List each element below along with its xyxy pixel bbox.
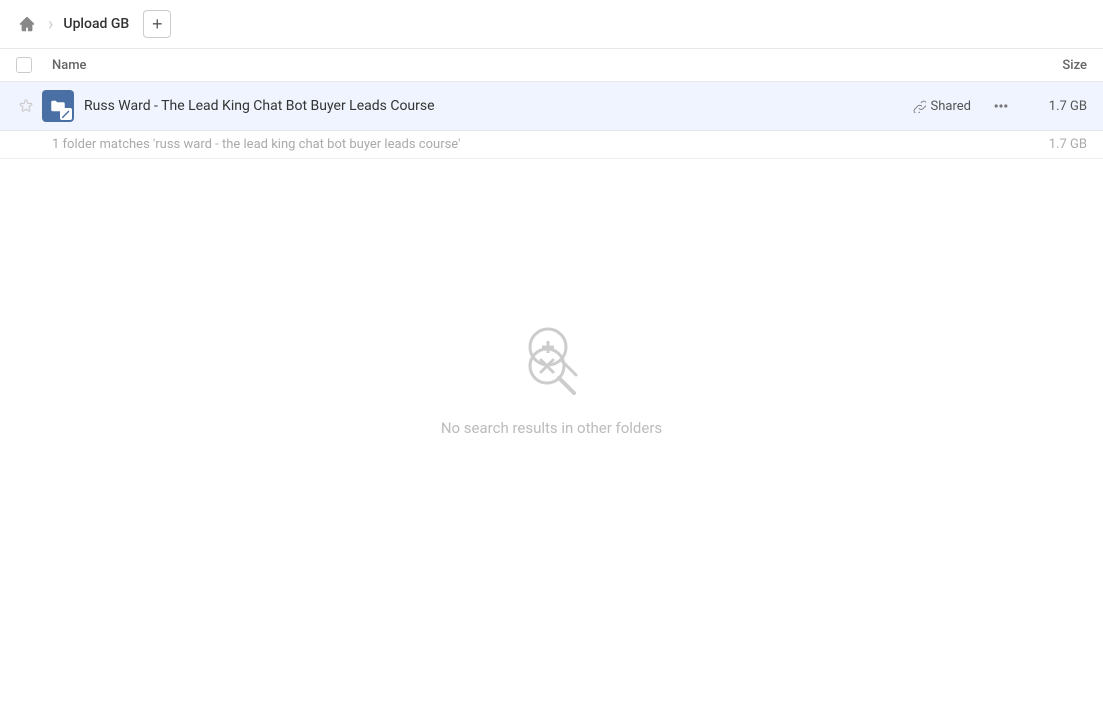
empty-state: No search results in other folders xyxy=(0,319,1103,437)
link-icon xyxy=(912,99,926,113)
file-name: Russ Ward - The Lead King Chat Bot Buyer… xyxy=(84,98,912,114)
select-all-checkbox[interactable] xyxy=(16,57,32,73)
shared-badge: Shared xyxy=(912,99,971,114)
select-all-checkbox-col xyxy=(16,57,52,73)
shared-label: Shared xyxy=(931,99,971,114)
column-header-size: Size xyxy=(1007,58,1087,73)
toolbar: › Upload GB + xyxy=(0,0,1103,49)
empty-state-text: No search results in other folders xyxy=(441,419,662,437)
add-button[interactable]: + xyxy=(143,10,171,38)
breadcrumb-separator: › xyxy=(48,14,53,35)
file-row[interactable]: Russ Ward - The Lead King Chat Bot Buyer… xyxy=(0,82,1103,131)
star-icon[interactable] xyxy=(16,98,36,114)
table-header: Name Size xyxy=(0,49,1103,82)
search-empty-icon xyxy=(520,339,584,403)
status-text: 1 folder matches 'russ ward - the lead k… xyxy=(52,137,1049,152)
status-bar: 1 folder matches 'russ ward - the lead k… xyxy=(0,131,1103,159)
more-options-button[interactable] xyxy=(987,92,1015,120)
column-header-name: Name xyxy=(52,58,1007,73)
file-size: 1.7 GB xyxy=(1027,99,1087,114)
folder-icon xyxy=(42,90,74,122)
status-size: 1.7 GB xyxy=(1049,137,1087,152)
page-title: Upload GB xyxy=(63,16,129,32)
home-icon[interactable] xyxy=(16,13,38,35)
